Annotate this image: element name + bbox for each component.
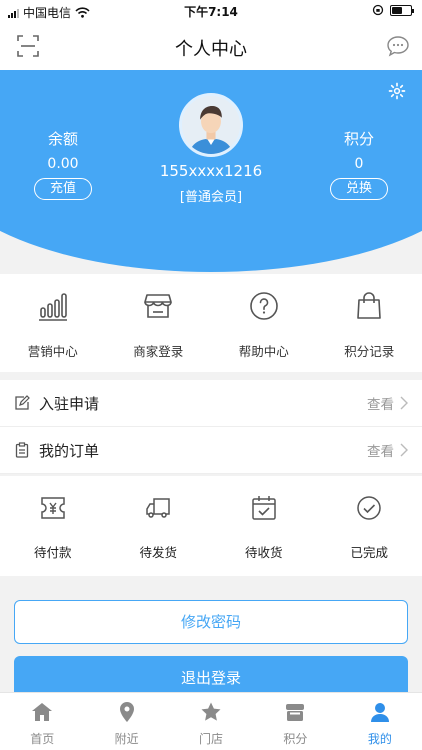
menu-list: 入驻申请 查看 我的订单 查看 — [0, 380, 422, 474]
status-time: 下午7:14 — [184, 5, 238, 19]
gift-box-icon — [286, 704, 305, 721]
ticket-yen-icon — [41, 497, 65, 519]
tab-label: 附近 — [114, 732, 139, 746]
order-status-label: 待付款 — [33, 545, 72, 560]
bottom-tab-bar: 首页 附近 门店 积分 我的 — [0, 692, 422, 750]
profile-header: 余额 0.00 充值 155xxxx1216 [普通会员] 积分 0 兑换 — [0, 70, 422, 274]
row-settle-application[interactable]: 入驻申请 查看 — [0, 380, 422, 427]
order-status-label: 待收货 — [244, 545, 283, 560]
points-value: 0 — [354, 156, 364, 172]
order-status-bar: 待付款 待发货 待收货 已完成 — [0, 476, 422, 576]
quick-item-points-record[interactable]: 积分记录 — [317, 274, 422, 372]
tab-points[interactable]: 积分 — [253, 693, 337, 750]
order-status-pending-shipment[interactable]: 待发货 — [106, 476, 212, 576]
order-status-pending-payment[interactable]: 待付款 — [0, 476, 106, 576]
quick-item-help[interactable]: 帮助中心 — [211, 274, 317, 372]
tab-label: 积分 — [283, 732, 308, 746]
row-view-link[interactable]: 查看 — [367, 393, 394, 413]
clipboard-icon — [15, 442, 29, 458]
tab-label: 首页 — [30, 732, 55, 746]
profile-page: 中国电信 下午7:14 个人中心 余额 0.00 充值 155xxxx1216 … — [0, 0, 422, 750]
home-icon — [32, 703, 53, 721]
change-password-button[interactable]: 修改密码 — [14, 600, 408, 644]
orientation-lock-icon — [372, 4, 384, 16]
storefront-icon — [144, 294, 173, 318]
quick-item-marketing[interactable]: 营销中心 — [0, 274, 106, 372]
quick-menu: 营销中心 商家登录 帮助中心 积分记录 — [0, 274, 422, 372]
chat-bubble-icon[interactable] — [386, 34, 410, 58]
exchange-button[interactable]: 兑换 — [330, 178, 388, 200]
page-title: 个人中心 — [175, 39, 247, 60]
truck-icon — [146, 498, 170, 518]
chevron-right-icon — [400, 396, 408, 410]
user-avatar-icon — [182, 96, 240, 154]
points-section: 积分 0 兑换 — [314, 128, 404, 200]
user-icon — [370, 703, 389, 722]
nav-bar: 个人中心 — [0, 22, 422, 70]
shopping-bag-icon — [357, 292, 382, 319]
points-label: 积分 — [343, 130, 374, 148]
tab-store[interactable]: 门店 — [169, 693, 253, 750]
quick-item-merchant-login[interactable]: 商家登录 — [106, 274, 212, 372]
bar-chart-icon — [38, 293, 67, 321]
settings-gear-icon[interactable] — [388, 82, 406, 100]
row-my-orders[interactable]: 我的订单 查看 — [0, 427, 422, 474]
quick-item-label: 商家登录 — [133, 344, 184, 359]
row-view-link[interactable]: 查看 — [367, 440, 394, 460]
quick-item-label: 营销中心 — [27, 344, 78, 359]
balance-label: 余额 — [47, 130, 78, 148]
order-status-pending-receipt[interactable]: 待收货 — [211, 476, 317, 576]
tab-label: 我的 — [367, 732, 392, 746]
edit-note-icon — [15, 395, 30, 410]
order-status-label: 已完成 — [350, 545, 388, 560]
order-status-label: 待发货 — [139, 545, 177, 560]
location-pin-icon — [119, 702, 134, 722]
chevron-right-icon — [400, 443, 408, 457]
order-status-completed[interactable]: 已完成 — [317, 476, 422, 576]
check-circle-icon — [357, 496, 381, 520]
row-label: 我的订单 — [39, 441, 100, 460]
row-label: 入驻申请 — [39, 394, 100, 413]
tab-home[interactable]: 首页 — [0, 693, 84, 750]
tab-label: 门店 — [199, 732, 224, 746]
star-icon — [201, 702, 221, 721]
avatar[interactable] — [179, 93, 243, 157]
quick-item-label: 帮助中心 — [238, 344, 289, 359]
tab-mine[interactable]: 我的 — [338, 693, 422, 750]
battery-icon — [390, 4, 414, 16]
quick-item-label: 积分记录 — [344, 344, 395, 359]
tab-nearby[interactable]: 附近 — [84, 693, 168, 750]
question-circle-icon — [249, 292, 278, 320]
calendar-check-icon — [252, 496, 276, 520]
status-bar: 中国电信 下午7:14 — [0, 0, 422, 22]
